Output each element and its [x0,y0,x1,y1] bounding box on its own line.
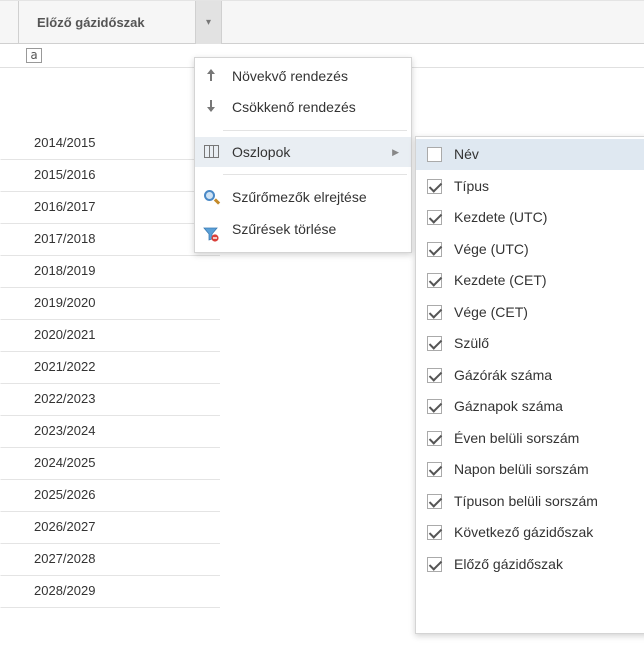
sort-ascending-item[interactable]: Növekvő rendezés [195,61,411,91]
sort-descending-label: Csökkenő rendezés [232,99,356,115]
column-toggle-item[interactable]: Kezdete (UTC) [416,202,644,233]
column-toggle-label: Napon belüli sorszám [454,461,589,477]
clear-filters-item[interactable]: Szűrések törlése [195,214,411,244]
column-toggle-label: Kezdete (UTC) [454,209,548,225]
arrow-down-icon [203,99,219,115]
column-toggle-item[interactable]: Gáznapok száma [416,391,644,422]
checkbox[interactable] [427,556,442,572]
column-toggle-item[interactable]: Következő gázidőszak [416,517,644,548]
column-toggle-label: Következő gázidőszak [454,524,594,540]
chevron-down-icon: ▾ [205,17,212,28]
checkbox[interactable] [427,462,442,477]
column-header-previous-gas-period[interactable]: Előző gázidőszak [18,1,196,44]
checkbox[interactable] [427,178,442,194]
grid-body: 2014/2015 2015/2016 2016/2017 2017/2018 2018… [0,128,220,608]
column-toggle-item[interactable]: Szülő [416,328,644,359]
table-row[interactable]: 2020/2021 [0,320,220,352]
table-row[interactable]: 2023/2024 [0,416,220,448]
column-toggle-item[interactable]: Vége (UTC) [416,234,644,265]
submenu-arrow-icon: ▶ [392,147,399,157]
table-row[interactable]: 2021/2022 [0,352,220,384]
columns-label: Oszlopok [232,144,291,160]
column-toggle-item[interactable]: Éven belüli sorszám [416,423,644,454]
table-row[interactable]: 2024/2025 [0,448,220,480]
checkbox[interactable] [427,273,442,288]
table-row[interactable]: 2019/2020 [0,288,220,320]
sort-ascending-label: Növekvő rendezés [232,68,348,84]
checkbox[interactable] [427,210,442,225]
checkbox[interactable] [427,304,442,320]
arrow-up-icon [203,68,219,84]
column-toggle-label: Éven belüli sorszám [454,429,580,446]
table-row[interactable]: 2015/2016 [0,160,220,192]
menu-separator [223,130,407,131]
column-toggle-label: Vége (UTC) [454,240,529,257]
table-row[interactable]: 2027/2028 [0,544,220,576]
table-row[interactable]: 2028/2029 [0,576,220,608]
column-toggle-item[interactable]: Vége (CET) [416,297,644,328]
checkbox[interactable] [427,147,442,162]
checkbox[interactable] [427,399,442,414]
column-toggle-item[interactable]: Név [416,139,644,170]
clear-filters-label: Szűrések törlése [232,221,337,237]
checkbox[interactable] [427,525,442,540]
columns-icon [204,145,219,158]
column-toggle-item[interactable]: Kezdete (CET) [416,265,644,296]
column-toggle-label: Vége (CET) [454,303,528,320]
checkbox[interactable] [427,367,442,383]
table-row[interactable]: 2018/2019 [0,256,220,288]
table-row[interactable]: 2026/2027 [0,512,220,544]
table-row[interactable]: 2014/2015 [0,128,220,160]
column-toggle-label: Típuson belüli sorszám [454,492,598,509]
checkbox[interactable] [427,430,442,446]
columns-item[interactable]: Oszlopok ▶ [195,137,411,167]
checkbox[interactable] [427,493,442,509]
table-row[interactable]: 2017/2018 [0,224,220,256]
search-icon [204,190,215,201]
column-toggle-item[interactable]: Típuson belüli sorszám [416,486,644,517]
column-context-menu: Növekvő rendezés Csökkenő rendezés Oszlo… [194,57,412,253]
text-filter-icon[interactable]: a [26,48,42,63]
column-toggle-label: Gáznapok száma [454,398,563,414]
menu-separator [223,174,407,175]
column-toggle-label: Név [454,146,479,162]
column-toggle-label: Típus [454,177,490,194]
table-row[interactable]: 2022/2023 [0,384,220,416]
column-toggle-item[interactable]: Napon belüli sorszám [416,454,644,485]
column-toggle-label: Előző gázidőszak [454,555,563,572]
columns-submenu: Név Típus Kezdete (UTC) Vége (UTC) Kezdete (… [415,136,644,634]
column-toggle-item[interactable]: Előző gázidőszak [416,549,644,580]
column-toggle-item[interactable]: Gázórák száma [416,360,644,391]
checkbox[interactable] [427,241,442,257]
column-toggle-label: Gázórák száma [454,366,553,383]
clear-filter-icon [203,222,219,242]
column-toggle-item[interactable]: Típus [416,171,644,202]
hide-filters-label: Szűrőmezők elrejtése [232,189,367,205]
checkbox[interactable] [427,336,442,351]
grid-header: Előző gázidőszak ▾ [0,0,644,44]
table-row[interactable]: 2016/2017 [0,192,220,224]
hide-filters-item[interactable]: Szűrőmezők elrejtése [195,182,411,212]
table-row[interactable]: 2025/2026 [0,480,220,512]
column-toggle-label: Szülő [454,335,490,351]
sort-descending-item[interactable]: Csökkenő rendezés [195,92,411,122]
column-menu-trigger[interactable]: ▾ [196,1,222,44]
column-toggle-label: Kezdete (CET) [454,272,547,288]
